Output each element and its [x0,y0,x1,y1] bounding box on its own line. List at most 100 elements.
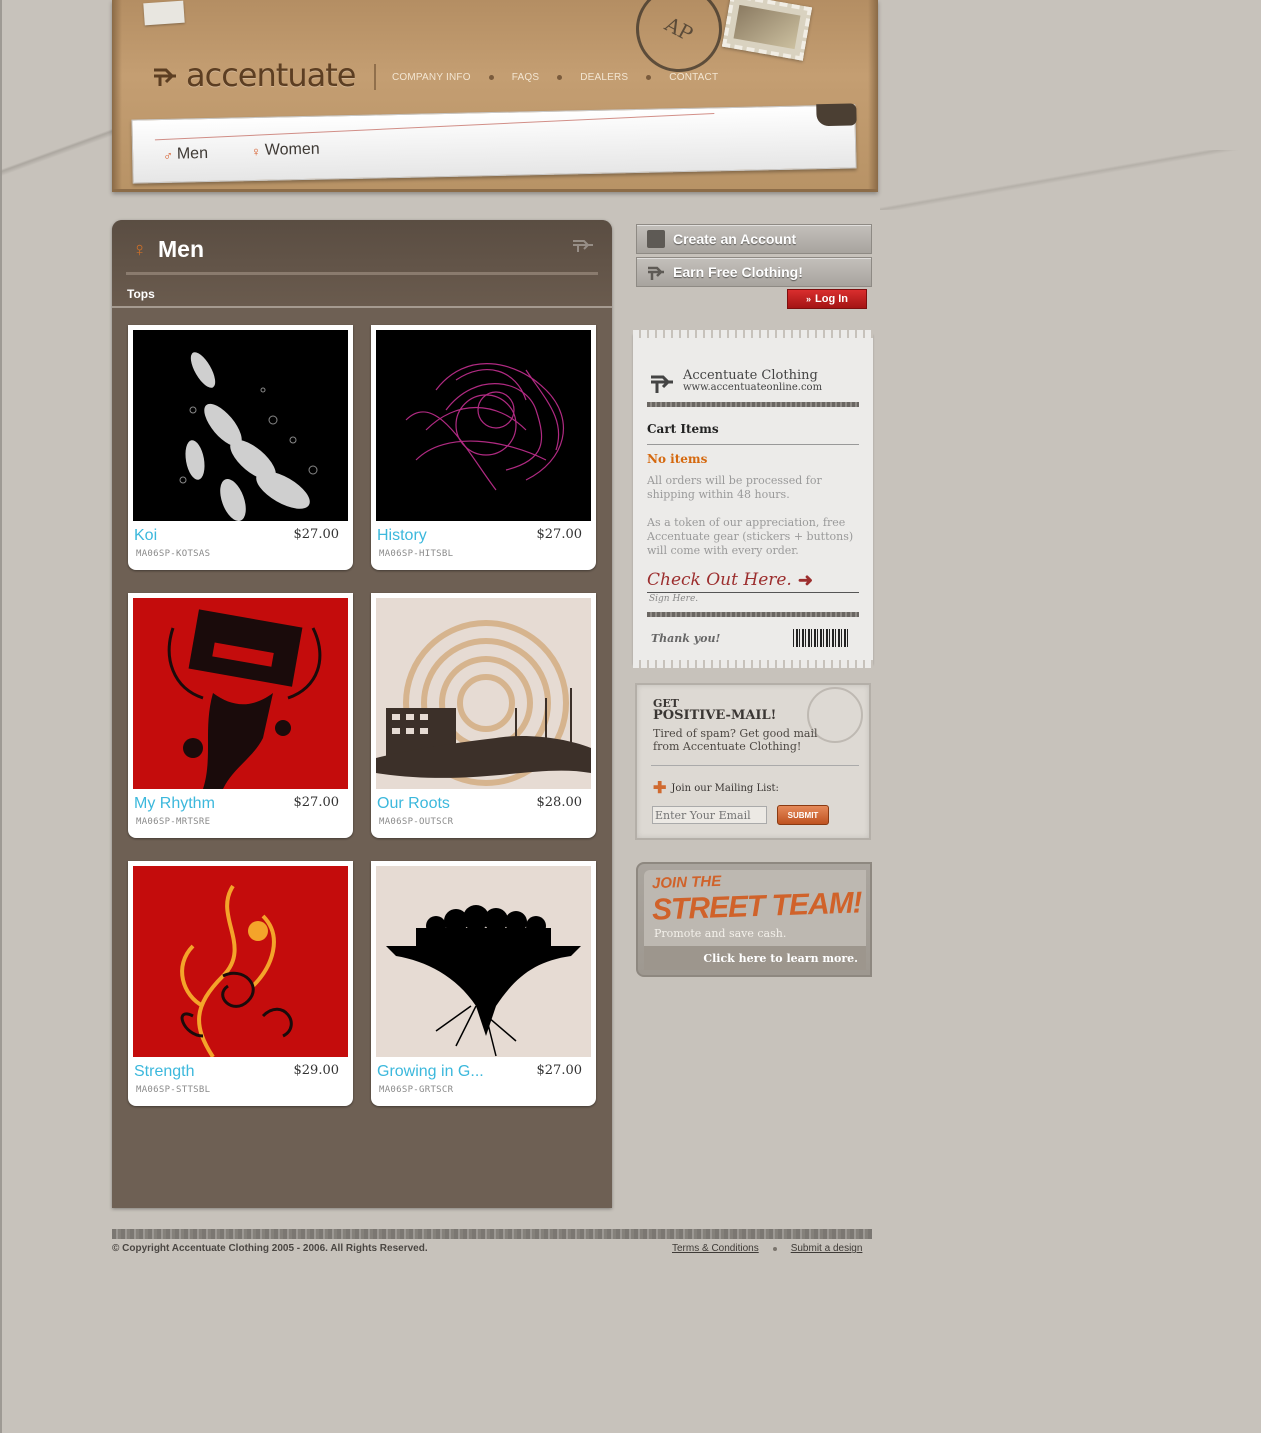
product-image-koi[interactable] [133,330,348,521]
product-card[interactable]: Our Roots $28.00 MA06SP-OUTSCR [371,593,596,838]
product-sku: MA06SP-STTSBL [136,1085,211,1095]
product-card[interactable]: Strength $29.00 MA06SP-STTSBL [128,861,353,1106]
product-sku: MA06SP-KOTSAS [136,549,211,559]
mailing-description: Tired of spam? Get good mail from Accent… [653,727,818,753]
product-card[interactable]: Koi $27.00 MA06SP-KOTSAS [128,325,353,570]
cart-status: No items [647,452,708,466]
footer-divider [112,1229,872,1239]
product-card[interactable]: My Rhythm $27.00 MA06SP-MRTSRE [128,593,353,838]
checkout-label: Check Out Here. [647,570,792,590]
product-price: $27.00 [536,1063,583,1078]
tab-men[interactable]: ♂ Men [163,145,208,164]
background-crack [0,120,120,200]
page-edge [0,0,2,1433]
submit-design-link[interactable]: Submit a design [791,1243,863,1254]
product-price: $27.00 [536,527,583,542]
nav-separator-dot [557,75,563,80]
top-navigation: COMPANY INFO FAQS DEALERS CONTACT [392,72,718,83]
terms-link[interactable]: Terms & Conditions [672,1243,759,1254]
cart-note-shipping: All orders will be processed for shippin… [647,474,822,501]
nav-separator-dot [646,75,652,80]
background-crack [880,150,1261,210]
street-team-heading-line1: JOIN THE [651,872,722,893]
male-symbol-icon: ♂ [162,147,174,163]
product-name[interactable]: History [377,527,427,545]
category-title: Tops [127,287,155,301]
earn-free-clothing-label: Earn Free Clothing! [673,264,803,280]
site-header: AP accentuate COMPANY INFO FAQS DEALERS … [112,0,878,192]
logo-text: accentuate [186,56,356,94]
female-symbol-icon: ♀ [250,143,262,159]
login-button[interactable]: » Log In [787,289,867,309]
product-image-my-rhythm[interactable] [133,598,348,789]
mailing-list-box: GET POSITIVE-MAIL! Tired of spam? Get go… [635,683,871,840]
mailing-join-text: Join our Mailing List: [671,782,779,794]
cart-brand-url: www.accentuateonline.com [683,382,823,393]
divider [647,402,859,407]
tab-corner-decoration [816,103,857,127]
divider [112,306,612,308]
cart-title: Cart Items [647,422,719,436]
street-team-description: Promote and save cash. [654,927,787,940]
product-image-strength[interactable] [133,866,348,1057]
street-team-learn-more: Click here to learn more. [703,952,858,965]
site-logo[interactable]: accentuate [152,56,356,94]
cart-note-gift: As a token of our appreciation, free Acc… [647,516,854,557]
divider [651,765,859,766]
accentuate-logo-icon [573,240,593,252]
product-name[interactable]: Growing in G... [377,1063,484,1081]
divider [647,444,859,445]
street-team-banner[interactable]: JOIN THE STREET TEAM! Promote and save c… [636,862,872,977]
product-image-our-roots[interactable] [376,598,591,789]
product-sku: MA06SP-OUTSCR [379,817,454,827]
product-price: $29.00 [293,1063,340,1078]
earn-free-clothing-button[interactable]: Earn Free Clothing! [636,257,872,287]
mailing-title: POSITIVE-MAIL! [653,708,777,723]
product-image-growing[interactable] [376,866,591,1057]
user-icon [647,230,665,248]
divider [126,272,598,275]
product-card[interactable]: Growing in G... $27.00 MA06SP-GRTSCR [371,861,596,1106]
cart-brand: Accentuate Clothing www.accentuateonline… [649,368,823,393]
product-name[interactable]: Strength [134,1063,194,1081]
nav-faqs[interactable]: FAQS [512,72,539,83]
submit-button[interactable]: SUBMIT [777,805,829,825]
nav-dealers[interactable]: DEALERS [580,72,628,83]
female-symbol-icon: ♀ [132,239,147,261]
tab-women-label: Women [264,140,320,159]
product-sku: MA06SP-GRTSCR [379,1085,454,1095]
product-sku: MA06SP-MRTSRE [136,817,211,827]
nav-contact[interactable]: CONTACT [669,72,718,83]
divider [647,612,859,617]
signature-line [647,592,859,593]
product-panel: ♀ Men Tops Koi $27.00 MA06SP-KOTSAS Hist… [112,220,612,1208]
accentuate-logo-icon [152,62,178,88]
paper-tag-decoration [143,0,185,26]
nav-company-info[interactable]: COMPANY INFO [392,72,471,83]
accentuate-logo-icon [648,266,664,280]
product-image-history[interactable] [376,330,591,521]
product-name[interactable]: My Rhythm [134,795,215,813]
create-account-label: Create an Account [673,231,797,247]
product-sku: MA06SP-HITSBL [379,549,454,559]
divider [374,64,376,90]
mailing-join-label: ✚ Join our Mailing List: [653,778,779,797]
accentuate-logo-icon [651,375,673,393]
create-account-button[interactable]: Create an Account [636,224,872,254]
email-field[interactable] [652,806,767,824]
login-label: Log In [815,293,848,305]
plus-icon: ✚ [653,778,667,797]
gender-tab-bar: ♂ Men ♀ Women [131,103,857,184]
product-name[interactable]: Our Roots [377,795,450,813]
product-price: $28.00 [536,795,583,810]
cart-brand-name: Accentuate Clothing [683,368,818,383]
product-price: $27.00 [293,795,340,810]
product-price: $27.00 [293,527,340,542]
postage-stamp-decoration [721,0,813,61]
checkout-link[interactable]: Check Out Here. ➜ [647,568,847,592]
product-card[interactable]: History $27.00 MA06SP-HITSBL [371,325,596,570]
tab-women[interactable]: ♀ Women [251,141,320,160]
arrow-right-icon: ➜ [797,569,813,591]
footer-links: Terms & Conditions Submit a design [672,1243,862,1254]
product-name[interactable]: Koi [134,527,157,545]
